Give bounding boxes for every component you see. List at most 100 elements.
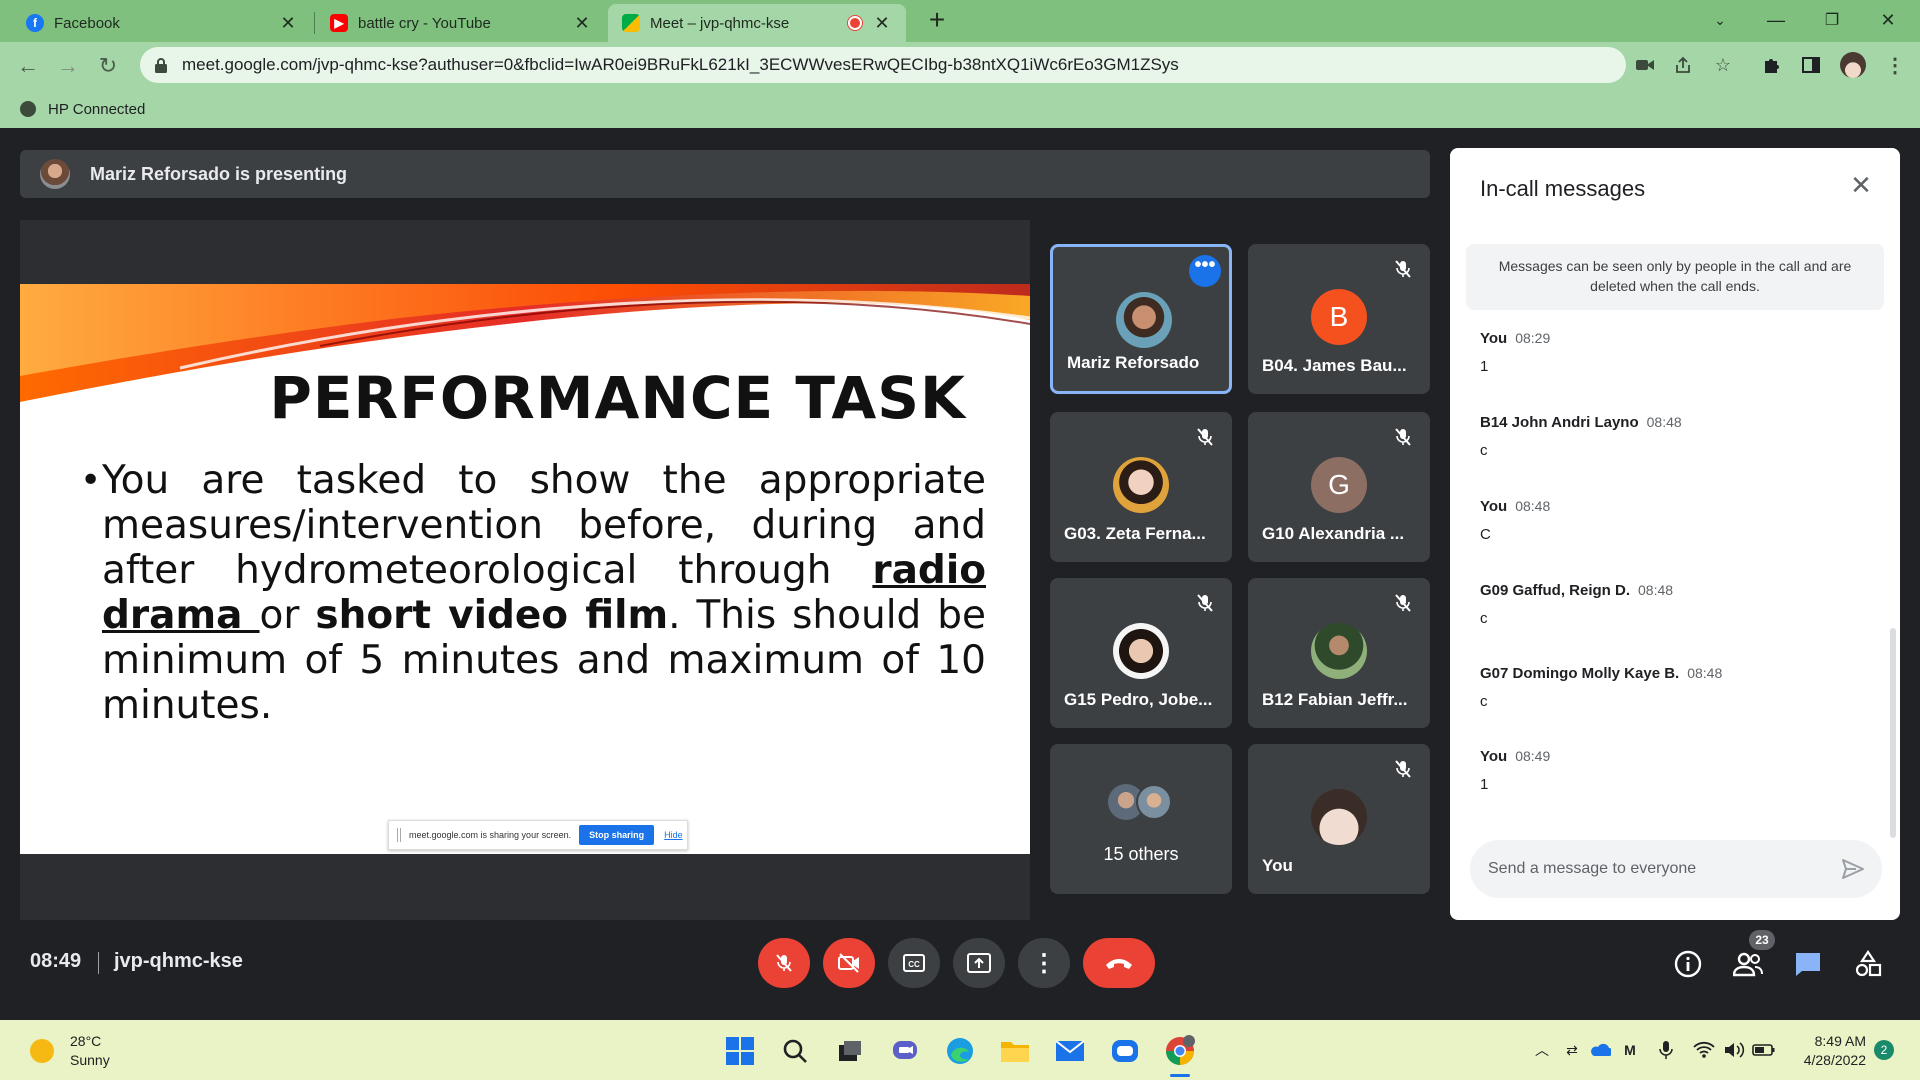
tab-facebook[interactable]: f Facebook ✕ <box>12 4 312 42</box>
panel-title: In-call messages <box>1480 176 1646 201</box>
participant-tile[interactable]: B B04. James Bau... <box>1248 244 1430 394</box>
captions-button[interactable]: CC <box>888 938 940 988</box>
chrome-button[interactable] <box>1163 1034 1197 1068</box>
self-tile[interactable]: You <box>1248 744 1430 894</box>
drag-handle-icon[interactable] <box>397 828 401 842</box>
network-activity-icon[interactable]: ⇄ <box>1560 1038 1584 1062</box>
wifi-icon[interactable] <box>1692 1038 1716 1062</box>
chat-message: You 08:49 1 <box>1480 748 1860 793</box>
stop-sharing-button[interactable]: Stop sharing <box>579 825 655 845</box>
message-time: 08:29 <box>1515 330 1551 346</box>
message-text: 1 <box>1480 776 1489 793</box>
chrome-menu-icon[interactable]: ⋮ <box>1880 50 1910 80</box>
chat-button[interactable] <box>1788 944 1828 984</box>
search-button[interactable] <box>778 1034 812 1068</box>
weather-temp: 28°C <box>70 1033 102 1049</box>
send-icon[interactable] <box>1840 856 1866 882</box>
teams-chat-button[interactable] <box>888 1034 922 1068</box>
minimize-button[interactable]: — <box>1748 0 1804 40</box>
participant-tile[interactable]: B12 Fabian Jeffr... <box>1248 578 1430 728</box>
edge-button[interactable] <box>943 1034 977 1068</box>
tab-meet[interactable]: Meet – jvp-qhmc-kse ✕ <box>608 4 906 42</box>
profile-avatar[interactable] <box>1838 50 1868 80</box>
presenting-text: Mariz Reforsado is presenting <box>90 163 348 184</box>
mic-off-icon <box>776 954 792 972</box>
participant-name: G10 Alexandria ... <box>1262 524 1405 543</box>
app-tray-icon[interactable]: M <box>1618 1038 1642 1062</box>
participant-tile[interactable]: G G10 Alexandria ... <box>1248 412 1430 562</box>
task-view-button[interactable] <box>833 1034 867 1068</box>
message-sender: B14 John Andri Layno <box>1480 414 1639 431</box>
activities-button[interactable] <box>1848 944 1888 984</box>
message-sender: You <box>1480 498 1508 515</box>
leave-call-button[interactable] <box>1083 938 1155 988</box>
system-time: 8:49 AM <box>1814 1033 1866 1049</box>
others-tile[interactable]: 15 others <box>1050 744 1232 894</box>
forward-button[interactable]: → <box>52 50 84 82</box>
bookmark-hp-connected[interactable]: HP Connected <box>48 101 145 118</box>
close-tab-icon[interactable]: ✕ <box>278 13 298 34</box>
message-time: 08:48 <box>1687 665 1723 681</box>
volume-icon[interactable] <box>1722 1038 1746 1062</box>
info-icon <box>1674 950 1702 978</box>
message-time: 08:48 <box>1515 498 1551 514</box>
mail-button[interactable] <box>1053 1034 1087 1068</box>
chrome-icon <box>1166 1035 1195 1065</box>
system-clock[interactable]: 8:49 AM 4/28/2022 <box>1796 1032 1866 1070</box>
new-tab-button[interactable]: + <box>922 6 952 36</box>
bullet-point: • <box>80 460 102 501</box>
onedrive-icon[interactable] <box>1588 1038 1612 1062</box>
address-bar[interactable]: meet.google.com/jvp-qhmc-kse?authuser=0&… <box>140 47 1626 83</box>
weather-widget[interactable]: 28°C Sunny <box>30 1032 110 1070</box>
tab-search-icon[interactable]: ⌄ <box>1692 0 1748 40</box>
camera-toggle-button[interactable] <box>823 938 875 988</box>
meeting-controls-bar: 08:49 jvp-qhmc-kse CC ⋮ 23 <box>0 920 1920 1020</box>
message-input[interactable] <box>1488 860 1828 878</box>
reload-button[interactable]: ↻ <box>92 50 124 82</box>
bookmarks-bar: HP Connected <box>0 90 1920 128</box>
restore-button[interactable]: ❐ <box>1804 0 1860 40</box>
chat-message: B14 John Andri Layno 08:48 c <box>1480 414 1860 459</box>
close-icon[interactable]: ✕ <box>1846 170 1876 200</box>
bookmark-star-icon[interactable]: ☆ <box>1708 50 1738 80</box>
people-button[interactable] <box>1728 944 1768 984</box>
close-window-button[interactable]: ✕ <box>1860 0 1916 40</box>
avatar <box>1311 623 1367 679</box>
slide-title: PERFORMANCE TASK <box>269 364 966 432</box>
microphone-icon[interactable] <box>1654 1038 1678 1062</box>
more-options-button[interactable]: ⋮ <box>1018 938 1070 988</box>
message-time: 08:48 <box>1638 582 1674 598</box>
task-view-icon <box>839 1041 861 1061</box>
camera-off-icon <box>838 953 859 973</box>
participant-tile[interactable]: ••• Mariz Reforsado <box>1050 244 1232 394</box>
slide-body: • You are tasked to show the appropriate … <box>80 458 986 728</box>
meeting-details-button[interactable] <box>1668 944 1708 984</box>
chat-scrollbar[interactable] <box>1890 628 1896 838</box>
notification-badge[interactable]: 2 <box>1874 1040 1894 1060</box>
message-sender: You <box>1480 330 1508 347</box>
start-button[interactable] <box>723 1034 757 1068</box>
share-icon[interactable] <box>1668 50 1698 80</box>
battery-icon[interactable] <box>1752 1038 1776 1062</box>
camera-in-use-icon[interactable] <box>1630 50 1660 80</box>
participant-tile[interactable]: G15 Pedro, Jobe... <box>1050 578 1232 728</box>
mic-toggle-button[interactable] <box>758 938 810 988</box>
extensions-icon[interactable] <box>1756 50 1786 80</box>
back-button[interactable]: ← <box>12 50 44 82</box>
tab-youtube[interactable]: ▶ battle cry - YouTube ✕ <box>316 4 606 42</box>
file-explorer-button[interactable] <box>998 1034 1032 1068</box>
messenger-button[interactable] <box>1108 1034 1142 1068</box>
present-now-button[interactable] <box>953 938 1005 988</box>
hide-link[interactable]: Hide <box>664 830 683 840</box>
hp-globe-icon <box>20 101 36 117</box>
messenger-icon <box>1112 1040 1138 1062</box>
message-sender: You <box>1480 748 1508 765</box>
participant-tile[interactable]: G03. Zeta Ferna... <box>1050 412 1232 562</box>
close-tab-icon[interactable]: ✕ <box>572 13 592 34</box>
show-hidden-icons[interactable]: ︿ <box>1530 1038 1554 1062</box>
close-tab-icon[interactable]: ✕ <box>872 13 892 34</box>
more-options-icon[interactable]: ••• <box>1189 255 1221 287</box>
lock-icon <box>155 58 167 73</box>
side-panel-icon[interactable] <box>1796 50 1826 80</box>
meet-area: Mariz Reforsado is presenting PERFORMANC… <box>0 128 1920 1020</box>
